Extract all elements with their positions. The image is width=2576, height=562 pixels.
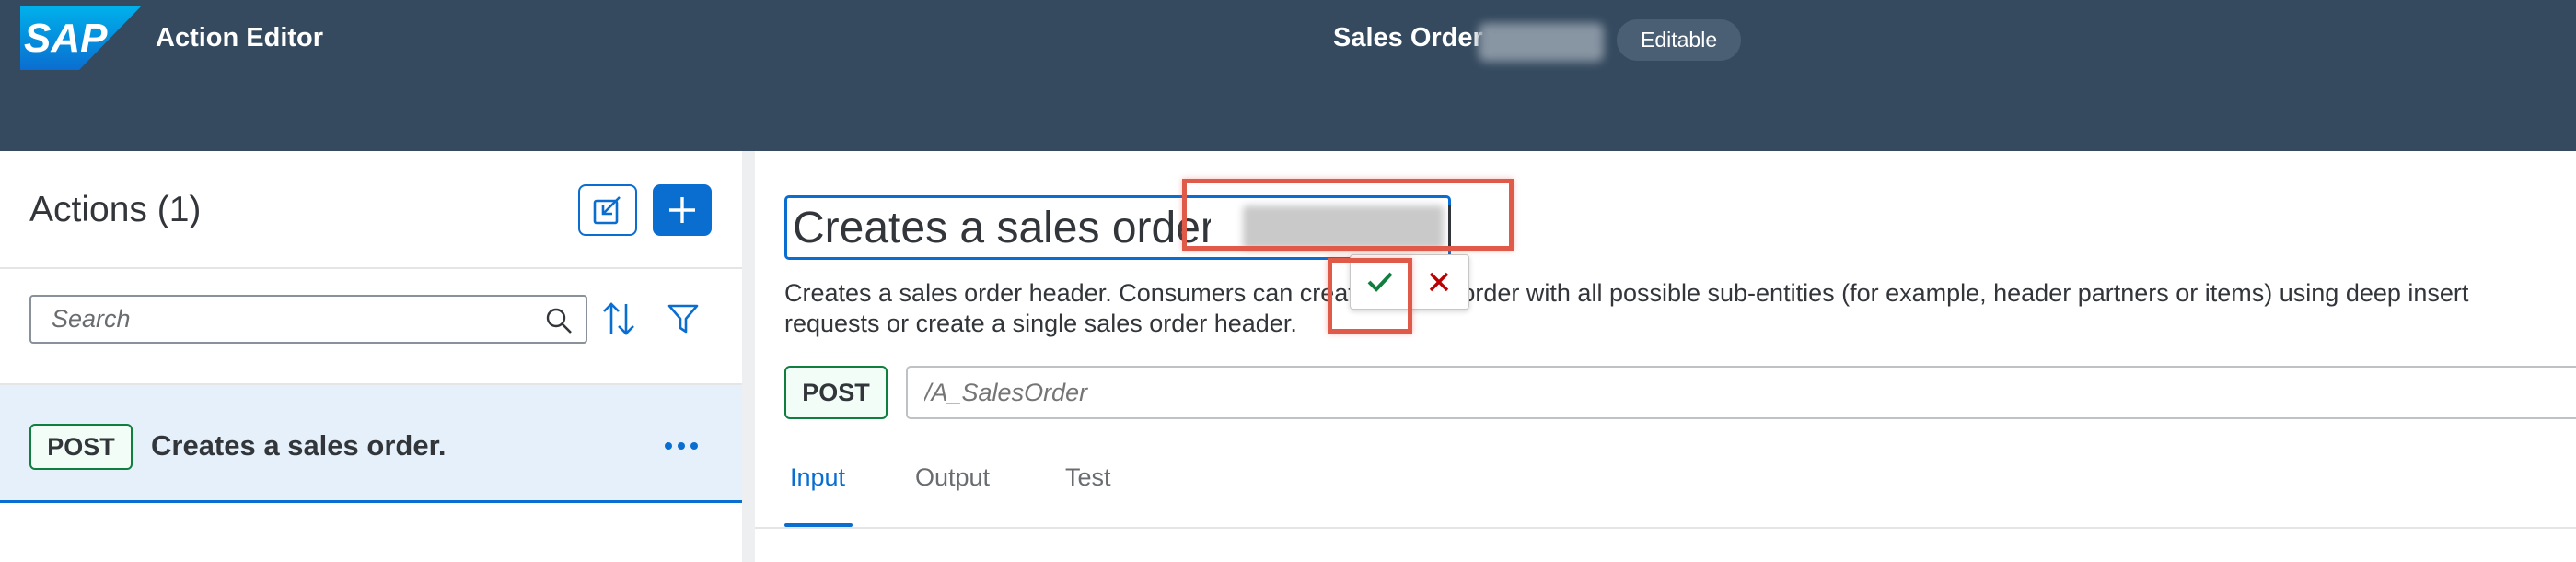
- sap-logo[interactable]: SAP: [20, 6, 142, 70]
- resource-path-input[interactable]: [908, 368, 2576, 417]
- add-action-button[interactable]: [653, 184, 712, 236]
- redacted-object-id: [1479, 23, 1604, 62]
- list-item[interactable]: POST Creates a sales order.: [0, 385, 742, 503]
- annotation-highlight-confirm: [1328, 258, 1412, 334]
- active-tab-indicator: [784, 523, 853, 527]
- tab-bar-divider: [755, 527, 2576, 529]
- close-icon: [1429, 272, 1449, 292]
- list-item-label: Creates a sales order.: [151, 429, 447, 462]
- app-title: Action Editor: [156, 23, 324, 53]
- action-title-input[interactable]: [787, 198, 1211, 257]
- annotation-highlight-title: [1182, 179, 1514, 251]
- actions-list-title: Actions (1): [29, 190, 202, 229]
- tab-output[interactable]: Output: [910, 448, 995, 512]
- method-badge: POST: [29, 424, 133, 470]
- pane-divider[interactable]: [742, 151, 755, 562]
- cancel-button[interactable]: [1410, 254, 1468, 310]
- action-detail-pane: Creates a sales order header. Consumers …: [755, 151, 2576, 562]
- more-icon[interactable]: [659, 435, 703, 457]
- search-field[interactable]: [29, 295, 587, 344]
- action-description: Creates a sales order header. Consumers …: [784, 279, 2469, 337]
- tab-test[interactable]: Test: [1060, 448, 1117, 512]
- status-badge: Editable: [1617, 19, 1742, 61]
- method-badge: POST: [784, 366, 888, 419]
- export-button[interactable]: [578, 184, 637, 236]
- search-icon[interactable]: [545, 307, 573, 334]
- filter-icon[interactable]: [667, 302, 700, 335]
- plus-icon: [669, 197, 695, 223]
- header-divider: [0, 267, 742, 269]
- search-input[interactable]: [31, 297, 547, 342]
- logo-text: SAP: [24, 16, 108, 61]
- export-icon: [593, 196, 621, 225]
- actions-master-pane: Actions (1) POST Creates a sales order: [0, 151, 742, 562]
- object-title: Sales Order: [1333, 23, 1483, 53]
- tab-input[interactable]: Input: [784, 448, 851, 512]
- shell-bar: SAP Action Editor Sales Order Editable: [0, 0, 2576, 151]
- resource-path-field[interactable]: [906, 366, 2576, 419]
- sort-icon[interactable]: [600, 299, 637, 339]
